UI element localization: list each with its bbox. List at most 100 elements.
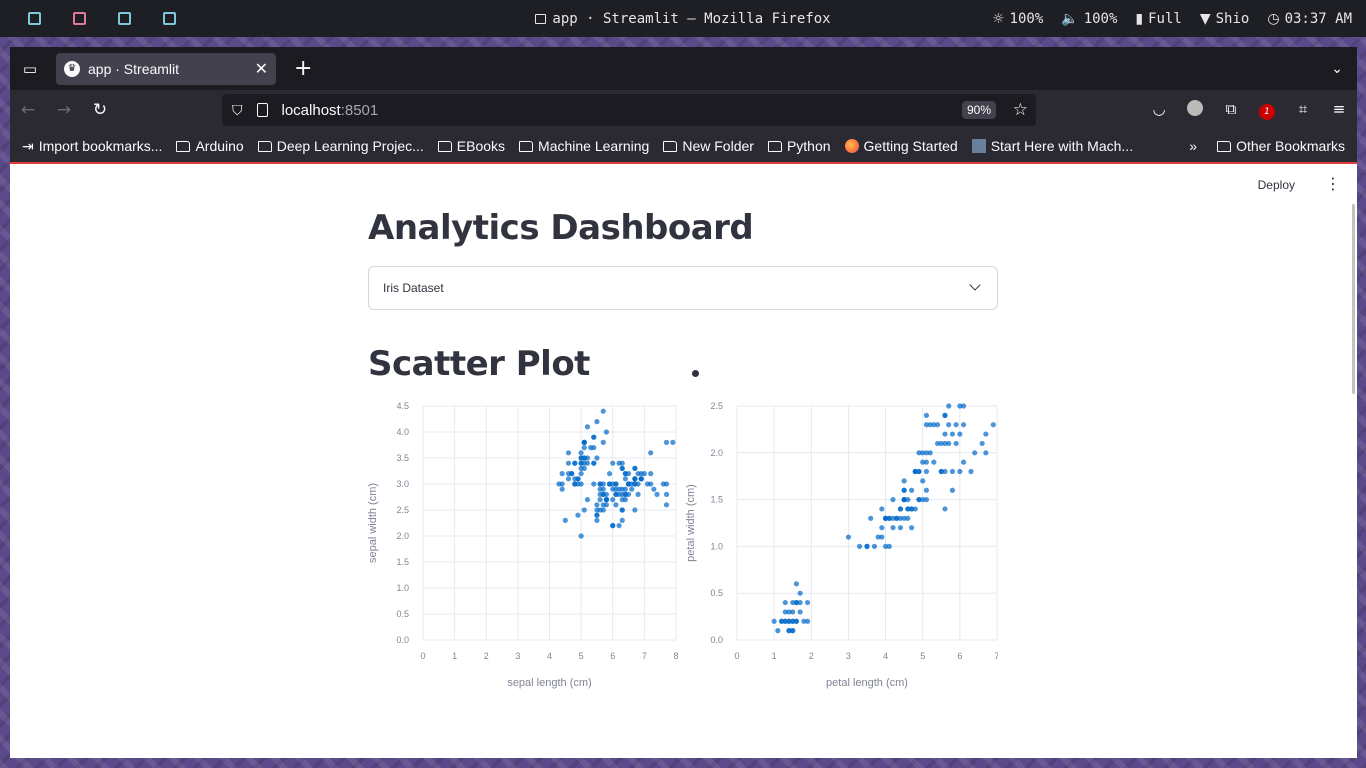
scatter-point[interactable] bbox=[960, 422, 967, 428]
scatter-chart-sepal[interactable]: 0 1 2 3 4 5 6 7 8 0.0 0.5 1.0 1.5 2.0 2.5 3.0 3.5 4.0 4.5 s… bbox=[368, 398, 680, 708]
scatter-point[interactable] bbox=[600, 507, 606, 513]
scatter-point[interactable] bbox=[610, 497, 616, 503]
screenshot-crop-icon[interactable]: ⌗ bbox=[1285, 100, 1321, 120]
scatter-point[interactable] bbox=[619, 497, 625, 503]
scatter-point[interactable] bbox=[663, 439, 670, 445]
scatter-point[interactable] bbox=[908, 487, 915, 493]
address-bar[interactable]: ⛉ localhost:8501 90% ☆ bbox=[222, 94, 1036, 126]
wifi-indicator[interactable]: ▼ Shio bbox=[1200, 11, 1250, 27]
scatter-point[interactable] bbox=[603, 429, 610, 435]
back-button[interactable]: ← bbox=[10, 100, 46, 120]
bookmark-folder-arduino[interactable]: Arduino bbox=[176, 138, 244, 154]
scatter-point[interactable] bbox=[565, 460, 572, 466]
scatter-point[interactable] bbox=[603, 502, 610, 508]
scatter-point[interactable] bbox=[594, 455, 600, 461]
scatter-point[interactable] bbox=[886, 543, 892, 549]
scatter-point[interactable] bbox=[968, 468, 974, 475]
scatter-point[interactable] bbox=[663, 502, 670, 508]
tab-list-icon[interactable]: ▭ bbox=[10, 60, 50, 78]
scatter-point[interactable] bbox=[864, 543, 870, 549]
more-bookmarks-chevron-icon[interactable]: » bbox=[1189, 138, 1197, 154]
scatter-point[interactable] bbox=[648, 450, 654, 456]
page-scrollbar[interactable] bbox=[1352, 204, 1355, 394]
scatter-point[interactable] bbox=[578, 481, 584, 487]
scatter-point[interactable] bbox=[600, 439, 606, 445]
scatter-point[interactable] bbox=[942, 506, 948, 512]
scatter-point[interactable] bbox=[588, 445, 594, 451]
scatter-point[interactable] bbox=[578, 533, 584, 539]
close-tab-icon[interactable]: ✕ bbox=[255, 59, 268, 78]
scatter-point[interactable] bbox=[594, 512, 600, 518]
scatter-point[interactable] bbox=[578, 471, 584, 477]
scatter-point[interactable] bbox=[651, 486, 657, 492]
scatter-point[interactable] bbox=[923, 497, 930, 503]
scatter-point[interactable] bbox=[871, 543, 878, 549]
scatter-point[interactable] bbox=[916, 450, 922, 456]
new-tab-button[interactable]: + bbox=[294, 56, 312, 81]
scatter-point[interactable] bbox=[562, 517, 568, 523]
scatter-point[interactable] bbox=[983, 431, 989, 437]
scatter-point[interactable] bbox=[942, 440, 948, 447]
scatter-point[interactable] bbox=[606, 481, 613, 487]
scatter-point[interactable] bbox=[613, 502, 619, 508]
scatter-point[interactable] bbox=[793, 581, 800, 587]
ublock-icon[interactable]: 1 bbox=[1249, 100, 1285, 120]
scatter-point[interactable] bbox=[782, 609, 788, 615]
scatter-point[interactable] bbox=[960, 459, 967, 465]
scatter-point[interactable] bbox=[942, 412, 948, 418]
scatter-point[interactable] bbox=[578, 455, 584, 461]
scatter-point[interactable] bbox=[584, 497, 591, 503]
scatter-point[interactable] bbox=[597, 491, 603, 497]
bookmark-getting-started[interactable]: Getting Started bbox=[844, 138, 958, 154]
scatter-point[interactable] bbox=[619, 517, 625, 523]
scatter-point[interactable] bbox=[600, 408, 606, 414]
scatter-point[interactable] bbox=[949, 431, 956, 437]
scatter-point[interactable] bbox=[629, 486, 635, 492]
scatter-point[interactable] bbox=[635, 491, 641, 497]
scatter-point[interactable] bbox=[927, 450, 933, 456]
deploy-button[interactable]: Deploy bbox=[1258, 178, 1295, 192]
scatter-point[interactable] bbox=[897, 525, 904, 531]
scatter-point[interactable] bbox=[632, 465, 638, 471]
scatter-point[interactable] bbox=[845, 534, 852, 540]
scatter-point[interactable] bbox=[923, 468, 930, 475]
workspace-3[interactable] bbox=[102, 12, 147, 25]
scatter-point[interactable] bbox=[923, 412, 930, 418]
scatter-point[interactable] bbox=[775, 628, 781, 634]
scatter-point[interactable] bbox=[960, 403, 967, 409]
reload-button[interactable]: ↻ bbox=[82, 100, 118, 120]
scatter-point[interactable] bbox=[619, 507, 625, 513]
scatter-point[interactable] bbox=[957, 468, 963, 475]
bookmark-folder-python[interactable]: Python bbox=[767, 138, 831, 154]
scatter-point[interactable] bbox=[632, 476, 638, 482]
scatter-point[interactable] bbox=[931, 459, 937, 465]
bookmark-folder-machine-learning[interactable]: Machine Learning bbox=[519, 138, 649, 154]
scatter-point[interactable] bbox=[938, 468, 944, 475]
pocket-icon[interactable]: ◡ bbox=[1141, 100, 1177, 120]
scatter-point[interactable] bbox=[572, 460, 578, 466]
scatter-point[interactable] bbox=[920, 459, 926, 465]
menu-hamburger-icon[interactable]: ≡ bbox=[1321, 100, 1357, 120]
scatter-point[interactable] bbox=[663, 481, 670, 487]
scatter-point[interactable] bbox=[942, 431, 948, 437]
scatter-point[interactable] bbox=[782, 599, 788, 606]
list-all-tabs-chevron-icon[interactable]: ⌄ bbox=[1331, 61, 1343, 77]
scatter-point[interactable] bbox=[610, 486, 616, 492]
scatter-point[interactable] bbox=[920, 478, 926, 484]
scatter-point[interactable] bbox=[594, 517, 600, 523]
scatter-point[interactable] bbox=[606, 471, 613, 477]
scatter-point[interactable] bbox=[559, 481, 565, 487]
bookmark-start-here[interactable]: Start Here with Mach... bbox=[971, 138, 1133, 154]
scatter-point[interactable] bbox=[600, 481, 606, 487]
scatter-point[interactable] bbox=[632, 507, 638, 513]
workspace-2[interactable] bbox=[57, 12, 102, 25]
scatter-point[interactable] bbox=[886, 515, 892, 521]
scatter-point[interactable] bbox=[879, 506, 885, 512]
scatter-point[interactable] bbox=[782, 618, 788, 624]
scatter-point[interactable] bbox=[875, 534, 881, 540]
battery-indicator[interactable]: ▮ Full bbox=[1135, 11, 1181, 27]
scatter-point[interactable] bbox=[622, 471, 628, 477]
scatter-point[interactable] bbox=[897, 506, 904, 512]
bookmark-folder-ebooks[interactable]: EBooks bbox=[437, 138, 505, 154]
scatter-point[interactable] bbox=[619, 486, 625, 492]
